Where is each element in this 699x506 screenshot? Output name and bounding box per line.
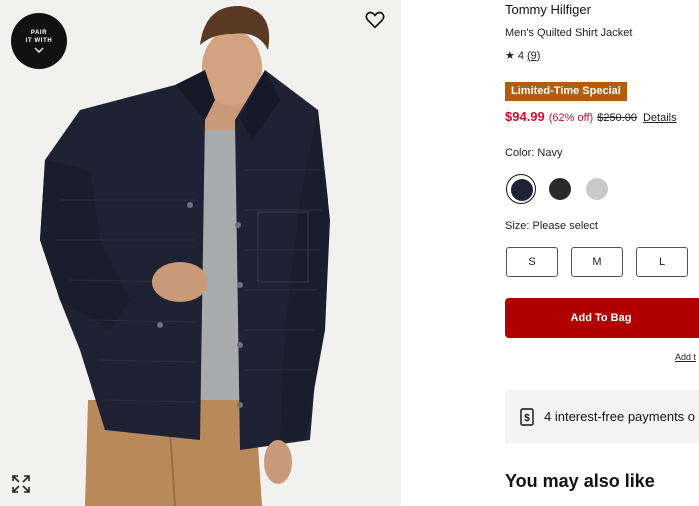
review-count[interactable]: (9) xyxy=(527,50,540,62)
pair-badge-line2: IT WITH xyxy=(25,38,53,44)
expand-icon[interactable] xyxy=(11,474,31,494)
installments-text: 4 interest-free payments o xyxy=(544,409,696,424)
size-m-button[interactable]: M xyxy=(571,247,623,277)
swatch-gray-dot xyxy=(586,178,608,200)
recommendations-title: You may also like xyxy=(505,471,655,491)
size-s-button[interactable]: S xyxy=(506,247,558,277)
swatch-navy[interactable] xyxy=(506,174,536,204)
svg-text:$: $ xyxy=(524,413,530,424)
product-photo xyxy=(0,0,401,506)
color-label: Color: Navy xyxy=(505,147,563,159)
add-to-link[interactable]: Add t xyxy=(675,352,696,362)
rating[interactable]: ★ 4 (9) xyxy=(505,49,540,63)
swatch-black-dot xyxy=(549,178,571,200)
heart-icon[interactable] xyxy=(364,9,386,31)
brand-name[interactable]: Tommy Hilfiger xyxy=(505,2,591,17)
product-name: Men's Quilted Shirt Jacket xyxy=(505,27,633,39)
pair-badge-line1: PAIR xyxy=(30,30,48,36)
star-icon: ★ xyxy=(505,50,515,62)
pair-it-with-button[interactable]: PAIR IT WITH xyxy=(11,13,67,69)
product-image[interactable]: PAIR IT WITH xyxy=(0,0,401,506)
size-l-button[interactable]: L xyxy=(636,247,688,277)
dollar-icon: $ xyxy=(520,407,534,426)
rating-value: 4 xyxy=(517,49,524,62)
add-to-bag-button[interactable]: Add To Bag xyxy=(505,298,699,338)
chevron-down-icon xyxy=(34,47,44,53)
swatch-gray[interactable] xyxy=(582,174,612,204)
size-label: Size: Please select xyxy=(505,220,598,232)
installments-banner[interactable]: $ 4 interest-free payments o xyxy=(505,390,699,443)
discount-percent: (62% off) xyxy=(548,112,594,124)
swatch-black[interactable] xyxy=(545,174,575,204)
original-price: $250.00 xyxy=(597,112,637,124)
swatch-navy-dot xyxy=(511,179,533,201)
promo-badge: Limited-Time Special xyxy=(505,82,627,101)
sale-price: $94.99 xyxy=(505,109,545,124)
price-row: $94.99 (62% off) $250.00 Details xyxy=(505,109,677,124)
details-link[interactable]: Details xyxy=(643,112,677,124)
